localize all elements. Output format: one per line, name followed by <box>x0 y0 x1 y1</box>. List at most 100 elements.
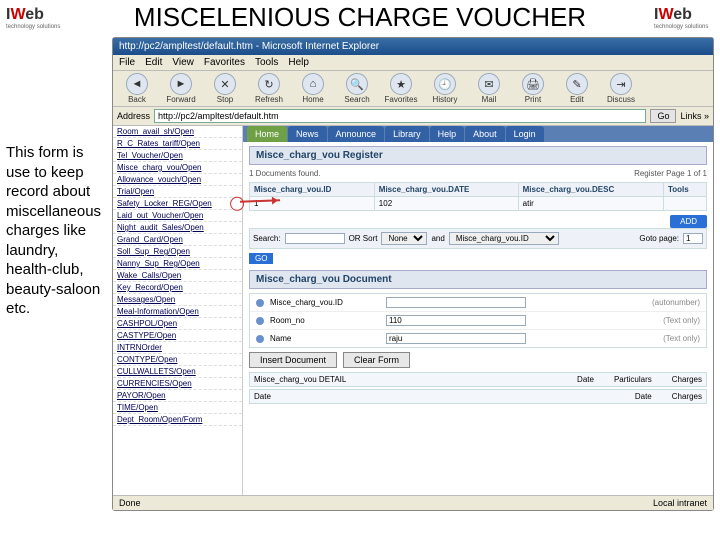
sidebar-item[interactable]: Misce_charg_vou/Open <box>113 162 242 174</box>
tb-stop[interactable]: ✕Stop <box>205 73 245 104</box>
field-label: Room_no <box>270 316 380 325</box>
status-right: Local intranet <box>653 498 707 508</box>
and-select[interactable]: Misce_charg_vou.ID <box>449 232 559 245</box>
sidebar: Room_avail_sh/OpenR_C_Rates_tariff/OpenT… <box>113 126 243 495</box>
detail-row-l: Date <box>254 392 271 401</box>
doc-title: Misce_charg_vou Document <box>249 270 707 289</box>
sidebar-item[interactable]: Soll_Sup_Reg/Open <box>113 246 242 258</box>
field-input[interactable] <box>386 333 526 344</box>
tab-home[interactable]: Home <box>247 126 287 142</box>
edit-icon: ✎ <box>566 73 588 95</box>
detail-title: Misce_charg_vou DETAIL <box>254 375 346 384</box>
sidebar-item[interactable]: Key_Record/Open <box>113 282 242 294</box>
sidebar-item[interactable]: CASHPOL/Open <box>113 318 242 330</box>
sidebar-item[interactable]: R_C_Rates_tariff/Open <box>113 138 242 150</box>
sidebar-item[interactable]: Room_avail_sh/Open <box>113 126 242 138</box>
tb-back[interactable]: ◄Back <box>117 73 157 104</box>
tb-history[interactable]: 🕘History <box>425 73 465 104</box>
orsort-label: OR Sort <box>349 234 378 243</box>
sidebar-item[interactable]: Grand_Card/Open <box>113 234 242 246</box>
sidebar-item[interactable]: Nanny_Sup_Reg/Open <box>113 258 242 270</box>
docs-found: 1 Documents found. <box>249 169 321 178</box>
sidebar-item[interactable]: CASTYPE/Open <box>113 330 242 342</box>
sidebar-item[interactable]: INTRNOrder <box>113 342 242 354</box>
search-icon: 🔍 <box>346 73 368 95</box>
logo-sub-r: technology solutions <box>654 24 714 30</box>
address-label: Address <box>117 111 150 121</box>
tb-forward[interactable]: ►Forward <box>161 73 201 104</box>
back-icon: ◄ <box>126 73 148 95</box>
page-info: Register Page 1 of 1 <box>634 169 707 178</box>
sort-select[interactable]: None <box>381 232 427 245</box>
sidebar-item[interactable]: CULLWALLETS/Open <box>113 366 242 378</box>
refresh-icon: ↻ <box>258 73 280 95</box>
print-icon: 🖨 <box>522 73 544 95</box>
register-title: Misce_charg_vou Register <box>249 146 707 165</box>
sidebar-item[interactable]: CONTYPE/Open <box>113 354 242 366</box>
sidebar-item[interactable]: Messages/Open <box>113 294 242 306</box>
tab-library[interactable]: Library <box>385 126 429 142</box>
tab-about[interactable]: About <box>465 126 505 142</box>
tb-search[interactable]: 🔍Search <box>337 73 377 104</box>
field-hint: (Text only) <box>663 316 700 325</box>
search-go[interactable]: GO <box>249 253 273 264</box>
sidebar-item[interactable]: CURRENCIES/Open <box>113 378 242 390</box>
field-input[interactable] <box>386 315 526 326</box>
register-grid: Misce_charg_vou.IDMisce_charg_vou.DATEMi… <box>249 182 707 211</box>
col-header: Tools <box>663 183 706 197</box>
slide-caption: This form is use to keep record about mi… <box>6 33 106 511</box>
goto-input[interactable] <box>683 233 703 244</box>
tb-edit[interactable]: ✎Edit <box>557 73 597 104</box>
sidebar-item[interactable]: Tel_Voucher/Open <box>113 150 242 162</box>
address-input[interactable] <box>154 109 646 123</box>
history-icon: 🕘 <box>434 73 456 95</box>
tb-refresh[interactable]: ↻Refresh <box>249 73 289 104</box>
field-hint: (autonumber) <box>652 298 700 307</box>
tab-help[interactable]: Help <box>430 126 465 142</box>
cell: 1 <box>250 197 375 211</box>
field-input[interactable] <box>386 297 526 308</box>
slide-title: MISCELENIOUS CHARGE VOUCHER <box>0 0 720 33</box>
cell: atir <box>518 197 663 211</box>
status-left: Done <box>119 498 141 508</box>
stop-icon: ✕ <box>214 73 236 95</box>
search-bar: Search: OR Sort None and Misce_charg_vou… <box>249 228 707 249</box>
tab-login[interactable]: Login <box>506 126 544 142</box>
add-button[interactable]: ADD <box>670 215 707 228</box>
doc-form: Misce_charg_vou.ID (autonumber) Room_no (Te… <box>249 293 707 348</box>
discuss-icon: ⇥ <box>610 73 632 95</box>
sidebar-item[interactable]: Trial/Open <box>113 186 242 198</box>
tab-news[interactable]: News <box>288 126 327 142</box>
sidebar-item[interactable]: PAYOR/Open <box>113 390 242 402</box>
search-label: Search: <box>253 234 281 243</box>
tb-print[interactable]: 🖨Print <box>513 73 553 104</box>
menu-tools[interactable]: Tools <box>255 57 278 68</box>
tb-favorites[interactable]: ★Favorites <box>381 73 421 104</box>
menu-view[interactable]: View <box>172 57 194 68</box>
menu-file[interactable]: File <box>119 57 135 68</box>
sidebar-item[interactable]: Allowance_vouch/Open <box>113 174 242 186</box>
tabs: HomeNewsAnnounceLibraryHelpAboutLogin <box>243 126 713 142</box>
sidebar-item[interactable]: Night_audit_Sales/Open <box>113 222 242 234</box>
go-button[interactable]: Go <box>650 109 676 123</box>
sidebar-item[interactable]: Dept_Room/Open/Form <box>113 414 242 426</box>
tb-mail[interactable]: ✉Mail <box>469 73 509 104</box>
mail-icon: ✉ <box>478 73 500 95</box>
home-icon: ⌂ <box>302 73 324 95</box>
sidebar-item[interactable]: Laid_out_Voucher/Open <box>113 210 242 222</box>
tb-discuss[interactable]: ⇥Discuss <box>601 73 641 104</box>
menu-help[interactable]: Help <box>288 57 309 68</box>
search-input[interactable] <box>285 233 345 244</box>
field-label: Misce_charg_vou.ID <box>270 298 380 307</box>
sidebar-item[interactable]: Wake_Calls/Open <box>113 270 242 282</box>
links-label[interactable]: Links » <box>680 111 709 121</box>
clear-button[interactable]: Clear Form <box>343 352 410 368</box>
tab-announce[interactable]: Announce <box>328 126 385 142</box>
menu-favorites[interactable]: Favorites <box>204 57 245 68</box>
insert-button[interactable]: Insert Document <box>249 352 337 368</box>
sidebar-item[interactable]: Meal-Information/Open <box>113 306 242 318</box>
menu-edit[interactable]: Edit <box>145 57 162 68</box>
sidebar-item[interactable]: TIME/Open <box>113 402 242 414</box>
tb-home[interactable]: ⌂Home <box>293 73 333 104</box>
sidebar-item[interactable]: Safety_Locker_REG/Open <box>113 198 242 210</box>
